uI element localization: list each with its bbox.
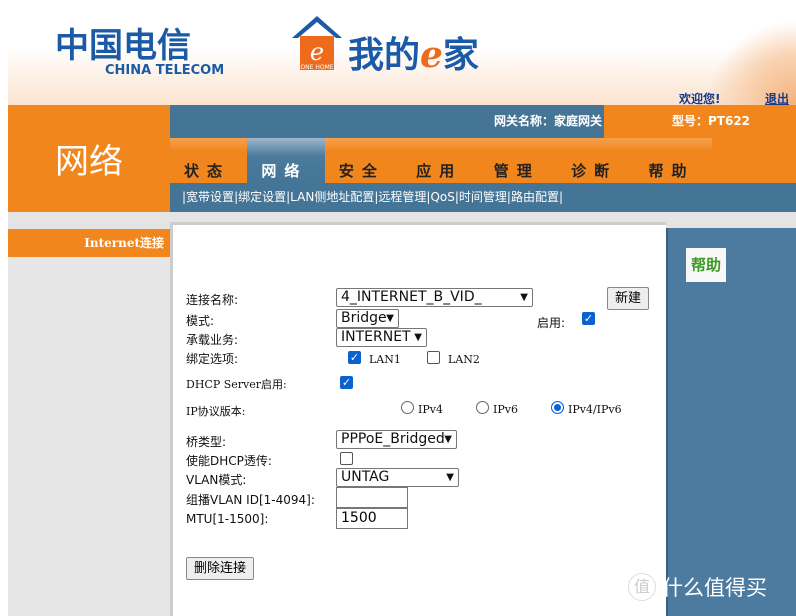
new-button[interactable]: 新建 (607, 287, 650, 310)
svg-text:ONE HOME: ONE HOME (300, 64, 333, 71)
subnav-broadband[interactable]: 宽带设置 (186, 190, 234, 204)
tab-status[interactable]: 状态 (170, 138, 247, 183)
product-name: 我的 (348, 35, 421, 76)
watermark-text: 什么值得买 (662, 576, 767, 600)
brand-cn: 中国电信 (55, 26, 191, 66)
bridge-type-value: PPPoE_Bridged (341, 431, 445, 447)
delete-connection-button[interactable]: 删除连接 (186, 557, 255, 580)
mcast-vlan-input[interactable] (336, 487, 408, 508)
brand-en: CHINA TELECOM (105, 63, 225, 78)
enable-label: 启用: (537, 316, 566, 330)
subnav-binding[interactable]: 绑定设置 (238, 190, 286, 204)
dhcp-passthrough-label: 使能DHCP透传: (186, 454, 272, 468)
product-tail: 家 (442, 35, 479, 76)
gateway-name: 网关名称：家庭网关 (170, 105, 604, 138)
tab-network[interactable]: 网络 (247, 138, 325, 183)
tab-application[interactable]: 应用 (402, 138, 479, 183)
house-icon: e ONE HOME (292, 16, 342, 71)
mtu-label: MTU[1-1500]: (186, 512, 269, 526)
help-title: 帮助 (686, 248, 726, 282)
service-label: 承载业务: (186, 333, 239, 347)
product-e: e (420, 34, 443, 76)
mode-value: Bridge (341, 310, 387, 326)
section-title: 网络 (55, 142, 123, 182)
ipv4-ipv6-label: IPv4/IPv6 (568, 403, 622, 416)
connection-name-select[interactable]: 4_INTERNET_B_VID_ ▼ (336, 288, 533, 307)
service-value: INTERNET (341, 329, 411, 345)
dhcp-passthrough-checkbox[interactable] (340, 452, 353, 465)
subnav-routing[interactable]: 路由配置 (511, 190, 559, 204)
tab-help[interactable]: 帮助 (635, 138, 712, 183)
vlan-mode-label: VLAN模式: (186, 473, 247, 487)
lan2-label: LAN2 (448, 353, 480, 366)
ehome-logo: e ONE HOME 我的e家 (290, 14, 515, 76)
subnav-qos[interactable]: QoS (430, 190, 454, 204)
subnav-time-mgmt[interactable]: 时间管理 (459, 190, 507, 204)
mode-select[interactable]: Bridge ▼ (336, 309, 399, 328)
tab-diagnostics[interactable]: 诊断 (557, 138, 634, 183)
subnav-remote-mgmt[interactable]: 远程管理 (378, 190, 426, 204)
ipv6-label: IPv6 (493, 403, 518, 416)
chevron-down-icon: ▼ (386, 313, 394, 324)
chevron-down-icon: ▼ (520, 292, 528, 303)
connection-name-label: 连接名称: (186, 293, 239, 307)
tab-management[interactable]: 管理 (480, 138, 557, 183)
vlan-mode-select[interactable]: UNTAG ▼ (336, 468, 459, 487)
chevron-down-icon: ▼ (446, 472, 454, 483)
chevron-down-icon: ▼ (444, 434, 452, 445)
enable-checkbox[interactable]: ✓ (582, 312, 595, 325)
lan1-label: LAN1 (369, 353, 401, 366)
sidebar-item-internet-connection[interactable]: Internet连接 (8, 229, 170, 257)
ipv6-radio[interactable] (476, 401, 489, 414)
vlan-mode-value: UNTAG (341, 469, 390, 485)
help-pane (666, 228, 796, 616)
main-tabs: 状态 网络 安全 应用 管理 诊断 帮助 (170, 138, 712, 183)
ip-version-label: IP协议版本: (186, 405, 246, 418)
bridge-type-select[interactable]: PPPoE_Bridged ▼ (336, 430, 457, 449)
bridge-type-label: 桥类型: (186, 435, 227, 449)
ipv4-radio[interactable] (401, 401, 414, 414)
mode-label: 模式: (186, 314, 215, 328)
dhcp-server-checkbox[interactable]: ✓ (340, 376, 353, 389)
mtu-input[interactable]: 1500 (336, 508, 408, 529)
tab-security[interactable]: 安全 (325, 138, 402, 183)
binding-label: 绑定选项: (186, 352, 239, 366)
lan1-checkbox[interactable]: ✓ (348, 351, 361, 364)
dhcp-server-label: DHCP Server启用: (186, 378, 287, 391)
sidebar (8, 228, 170, 616)
chevron-down-icon: ▼ (414, 332, 422, 343)
watermark-seal: 值 (628, 573, 656, 601)
mcast-vlan-label: 组播VLAN ID[1-4094]: (186, 493, 315, 507)
subnav-lan-address[interactable]: LAN侧地址配置 (290, 190, 374, 204)
ipv4-ipv6-radio[interactable] (551, 401, 564, 414)
connection-name-value: 4_INTERNET_B_VID_ (341, 289, 482, 305)
lan2-checkbox[interactable] (427, 351, 440, 364)
sub-nav: |宽带设置|绑定设置|LAN侧地址配置|远程管理|QoS|时间管理|路由配置| (170, 183, 796, 212)
china-telecom-logo: 中国电信 CHINA TELECOM (55, 18, 224, 78)
ipv4-label: IPv4 (418, 403, 443, 416)
watermark: 值 什么值得买 (628, 572, 767, 602)
svg-text:e: e (310, 38, 324, 66)
service-select[interactable]: INTERNET ▼ (336, 328, 427, 347)
model-label: 型号：PT622 (672, 114, 751, 128)
